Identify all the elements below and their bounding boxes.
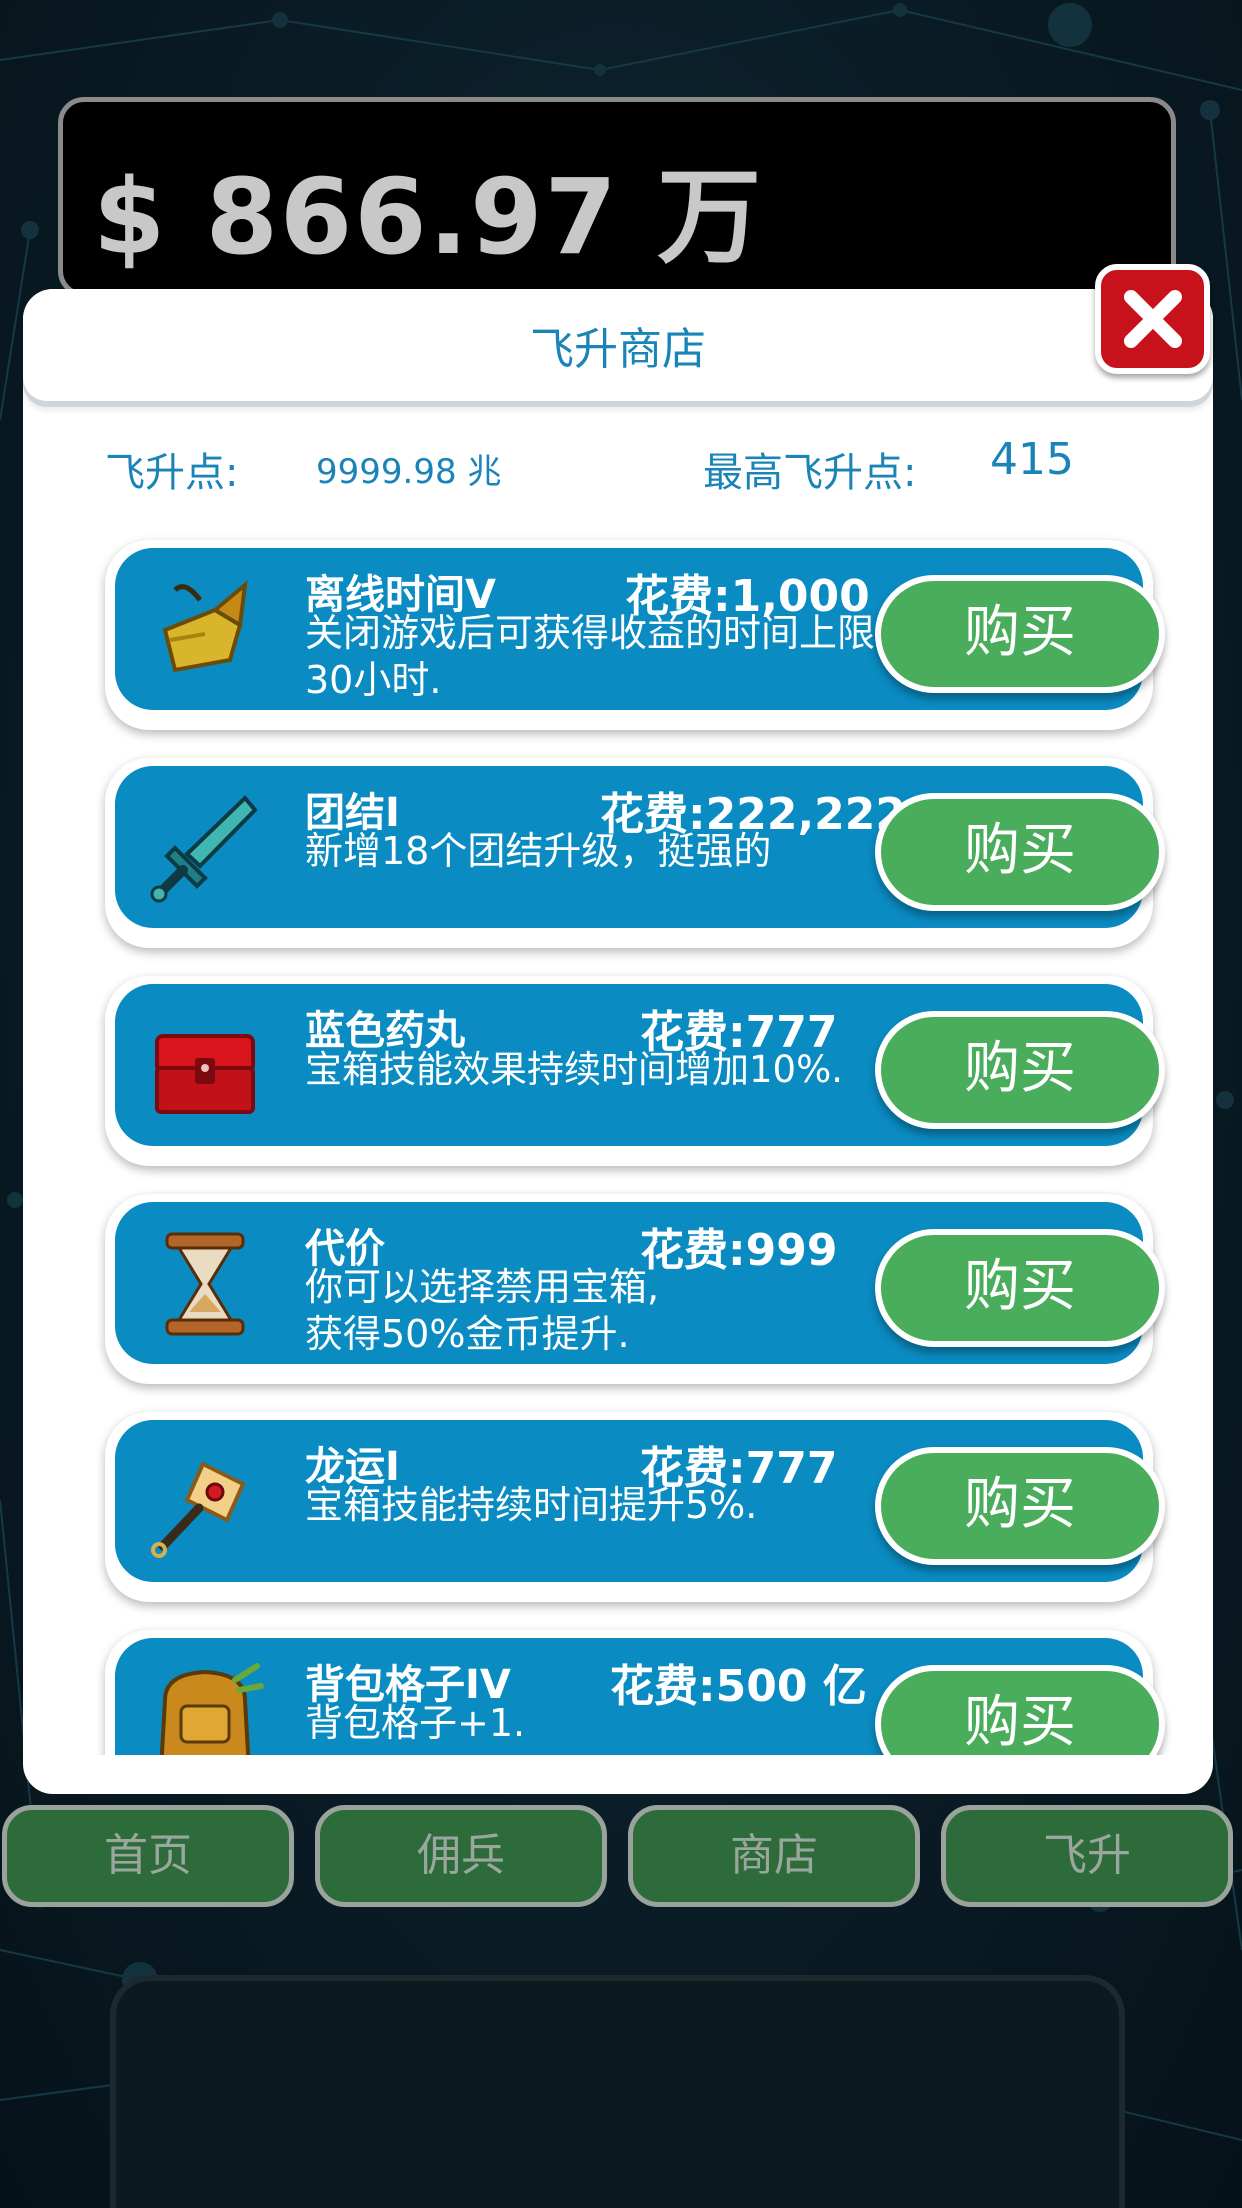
panel-header: 飞升商店 <box>23 289 1213 401</box>
buy-button[interactable]: 购买 <box>875 1229 1165 1347</box>
tab-shop[interactable]: 商店 <box>628 1805 920 1907</box>
buy-button[interactable]: 购买 <box>875 793 1165 911</box>
list-item: 团结I 花费:222,222 新增18个团结升级，挺强的 购买 <box>105 758 1165 948</box>
list-item: 龙运I 花费:777 宝箱技能持续时间提升5%. 购买 <box>105 1412 1165 1602</box>
points-label: 飞升点: <box>105 450 239 496</box>
buy-button[interactable]: 购买 <box>875 1665 1165 1755</box>
golden-gauntlet-icon <box>162 580 248 673</box>
close-icon <box>1124 290 1182 348</box>
currency-display: $ 866.97 万 <box>58 97 1176 297</box>
red-chest-icon <box>155 1034 255 1114</box>
list-item: 背包格子IV 花费:500 亿 背包格子+1. 购买 <box>105 1630 1165 1755</box>
buy-button[interactable]: 购买 <box>875 1447 1165 1565</box>
points-value: 9999.98 兆 <box>316 452 502 492</box>
item-description: 背包格子+1. <box>305 1701 526 1745</box>
max-points-label: 最高飞升点: <box>703 450 917 496</box>
hammer-icon <box>151 1461 246 1558</box>
tab-home[interactable]: 首页 <box>2 1805 294 1907</box>
close-button[interactable] <box>1095 264 1210 374</box>
item-description: 宝箱技能效果持续时间增加10%. <box>305 1048 843 1091</box>
hourglass-icon <box>165 1232 245 1336</box>
max-points-value: 415 <box>990 434 1074 485</box>
item-description: 你可以选择禁用宝箱, 获得50%金币提升. <box>305 1265 660 1356</box>
buy-button[interactable]: 购买 <box>875 575 1165 693</box>
buy-button[interactable]: 购买 <box>875 1011 1165 1129</box>
tab-mercenary[interactable]: 佣兵 <box>315 1805 607 1907</box>
list-item: 代价 花费:999 你可以选择禁用宝箱, 获得50%金币提升. 购买 <box>105 1194 1165 1384</box>
list-item: 蓝色药丸 花费:777 宝箱技能效果持续时间增加10%. 购买 <box>105 976 1165 1166</box>
item-list[interactable]: 离线时间V 花费:1,000 关闭游戏后可获得收益的时间上限30小时. 购买 团… <box>23 520 1213 1755</box>
currency-amount: $ 866.97 万 <box>93 156 764 278</box>
item-description: 宝箱技能持续时间提升5%. <box>305 1483 758 1527</box>
backpack-icon <box>159 1663 264 1755</box>
teal-sword-icon <box>150 795 258 903</box>
tab-ascend[interactable]: 飞升 <box>941 1805 1233 1907</box>
background-panel <box>110 1975 1125 2208</box>
item-description: 新增18个团结升级，挺强的 <box>305 829 772 873</box>
item-description: 关闭游戏后可获得收益的时间上限30小时. <box>305 611 876 702</box>
panel-title: 飞升商店 <box>530 324 706 375</box>
list-item: 离线时间V 花费:1,000 关闭游戏后可获得收益的时间上限30小时. 购买 <box>105 540 1165 730</box>
